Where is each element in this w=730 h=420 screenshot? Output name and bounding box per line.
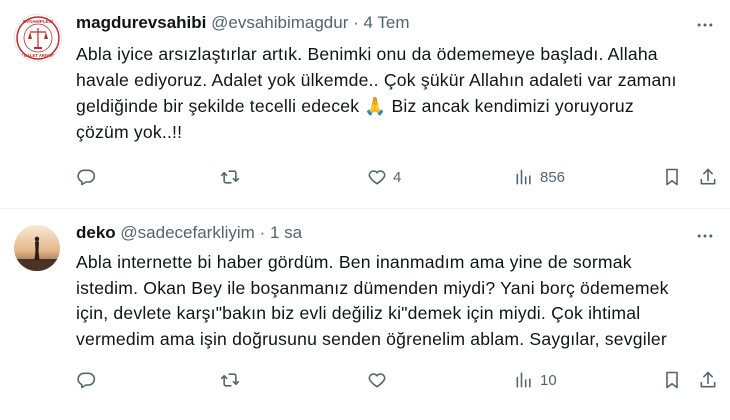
action-bar: 4 856 (76, 165, 716, 189)
more-horizontal-icon (697, 23, 713, 27)
retweet-icon (220, 373, 240, 387)
separator-dot: · (259, 223, 266, 242)
reply-button[interactable] (76, 368, 102, 392)
tweet-text-line: Abla iyice arsızlaştırlar artık. Benimki… (76, 44, 658, 64)
bookmark-button[interactable] (662, 368, 682, 392)
tweet[interactable]: EVSAHİPLERİ ADALET ARIYOR magdurevsahibi… (0, 0, 730, 210)
timestamp[interactable]: 1 sa (270, 223, 302, 242)
tweet-text-line: geldiğinde bir şekilde tecelli edecek 🙏 … (76, 96, 634, 116)
retweet-button[interactable] (220, 165, 246, 189)
more-horizontal-icon (697, 234, 713, 238)
views-chart-icon (516, 372, 531, 388)
reply-icon (77, 169, 96, 186)
separator-dot: · (353, 13, 359, 32)
tweet-divider (0, 208, 730, 209)
author-handle[interactable]: @evsahibimagdur (211, 13, 348, 32)
like-button[interactable] (367, 368, 393, 392)
tweet-text-line: istedim. Okan Bey ile boşanmanız dümende… (76, 277, 669, 298)
action-bar: 10 (76, 368, 716, 392)
tweet-text-line: vermedim ama işin doğrusunu senden öğren… (76, 328, 667, 349)
tweet-text-line: için, devlete karşı"bakın biz evli değil… (76, 303, 641, 324)
views-button[interactable]: 10 (514, 368, 557, 392)
retweet-icon (220, 170, 240, 184)
views-button[interactable]: 856 (514, 165, 565, 189)
reply-icon (77, 372, 96, 389)
like-count: 4 (393, 168, 402, 186)
tweet-header: magdurevsahibi @evsahibimagdur · 4 Tem (76, 13, 410, 33)
tweet-text-line: havale ediyoruz. Adalet yok ülkemde.. Ço… (76, 70, 677, 90)
share-button[interactable] (698, 368, 718, 392)
more-options-button[interactable] (694, 225, 716, 247)
avatar[interactable] (14, 225, 60, 271)
author-name[interactable]: deko (76, 223, 116, 242)
heart-icon (368, 170, 386, 185)
sunset-photo (14, 225, 60, 271)
avatar[interactable]: EVSAHİPLERİ ADALET ARIYOR (14, 14, 62, 62)
bookmark-icon (666, 168, 678, 186)
more-options-button[interactable] (694, 14, 716, 36)
tweet-header: deko @sadecefarkliyim · 1 sa (76, 223, 302, 243)
svg-text:ADALET ARIYOR: ADALET ARIYOR (21, 53, 55, 58)
view-count: 856 (540, 168, 566, 186)
bookmark-icon (666, 371, 678, 389)
share-button[interactable] (698, 165, 718, 189)
retweet-button[interactable] (220, 368, 246, 392)
heart-icon (368, 373, 386, 388)
tweet-text: Abla internette bi haber gördüm. Ben ina… (76, 250, 716, 352)
share-icon (700, 168, 716, 185)
tweet[interactable]: deko @sadecefarkliyim · 1 sa Abla intern… (0, 211, 730, 420)
timestamp[interactable]: 4 Tem (364, 13, 410, 32)
svg-text:EVSAHİPLERİ: EVSAHİPLERİ (23, 18, 53, 24)
seal-logo: EVSAHİPLERİ ADALET ARIYOR (16, 16, 60, 60)
tweet-text-line: Abla internette bi haber gördüm. Ben ina… (76, 252, 632, 272)
tweet-text-line: çözüm yok..!! (76, 122, 183, 142)
reply-button[interactable] (76, 165, 102, 189)
tweet-text: Abla iyice arsızlaştırlar artık. Benimki… (76, 41, 716, 145)
bookmark-button[interactable] (662, 165, 682, 189)
author-handle[interactable]: @sadecefarkliyim (120, 223, 254, 242)
author-name[interactable]: magdurevsahibi (76, 13, 206, 32)
view-count: 10 (540, 371, 557, 389)
share-icon (700, 371, 716, 388)
views-chart-icon (516, 169, 531, 185)
like-button[interactable]: 4 (367, 165, 401, 189)
